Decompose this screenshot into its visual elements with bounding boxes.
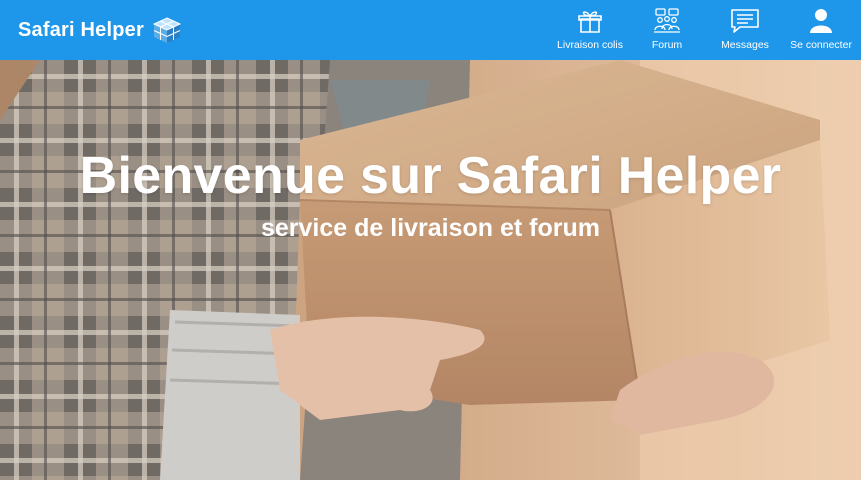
gift-box-icon [578, 11, 602, 33]
nav-se-connecter-label: Se connecter [790, 39, 852, 51]
nav-livraison-colis[interactable]: Livraison colis [554, 8, 626, 52]
hero-subtitle: service de livraison et forum [260, 214, 601, 242]
message-icon [731, 9, 759, 33]
hero-title: Bienvenue sur Safari Helper [79, 147, 782, 205]
hero-background-image [0, 60, 861, 480]
brand-link[interactable]: Safari Helper [18, 15, 182, 45]
brand-name: Safari Helper [18, 18, 144, 41]
hero-banner: Bienvenue sur Safari Helper service de l… [0, 60, 861, 480]
nav-forum[interactable]: Forum [637, 8, 697, 52]
nav-messages[interactable]: Messages [714, 8, 776, 52]
nav-se-connecter[interactable]: Se connecter [786, 8, 856, 52]
nav-livraison-label: Livraison colis [557, 39, 623, 51]
top-navbar: Safari Helper Livraison colis Forum Mess… [0, 0, 861, 60]
cube-logo-icon [152, 17, 182, 43]
nav-messages-label: Messages [721, 39, 769, 51]
nav-forum-label: Forum [651, 39, 683, 51]
community-icon [654, 8, 680, 33]
user-icon [810, 9, 832, 33]
